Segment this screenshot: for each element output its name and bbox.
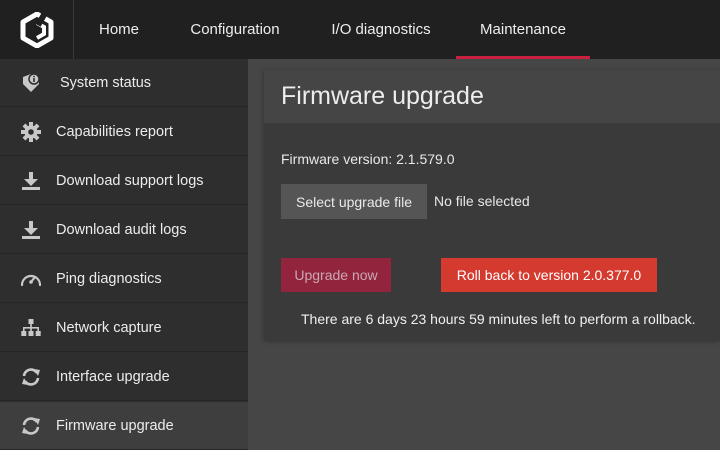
sidebar-item-download-audit-logs[interactable]: Download audit logs — [0, 206, 248, 254]
sidebar-item-ping-diagnostics[interactable]: Ping diagnostics — [0, 255, 248, 303]
sidebar-item-label: Ping diagnostics — [56, 270, 162, 287]
sidebar-item-label: Download audit logs — [56, 221, 187, 238]
gauge-icon — [19, 268, 43, 290]
top-navigation-bar: Home Configuration I/O diagnostics Maint… — [0, 0, 720, 59]
nav-home[interactable]: Home — [74, 0, 164, 59]
sidebar-item-system-status[interactable]: System status — [0, 59, 248, 107]
refresh-icon — [19, 415, 43, 437]
sidebar-item-label: Download support logs — [56, 172, 204, 189]
download-icon — [19, 219, 43, 241]
firmware-version-text: Firmware version: 2.1.579.0 — [281, 151, 455, 167]
download-icon — [19, 170, 43, 192]
sidebar-item-label: Interface upgrade — [56, 368, 170, 385]
sidebar-item-network-capture[interactable]: Network capture — [0, 304, 248, 352]
select-upgrade-file-button[interactable]: Select upgrade file — [281, 184, 427, 219]
page-title: Firmware upgrade — [281, 82, 484, 110]
sidebar-item-label: Capabilities report — [56, 123, 173, 140]
sidebar-item-firmware-upgrade[interactable]: Firmware upgrade — [0, 402, 248, 450]
nav-maintenance[interactable]: Maintenance — [456, 0, 590, 59]
sidebar-item-interface-upgrade[interactable]: Interface upgrade — [0, 353, 248, 401]
shield-info-icon — [19, 72, 43, 94]
rollback-button[interactable]: Roll back to version 2.0.377.0 — [441, 258, 657, 292]
logo-icon — [20, 11, 53, 48]
nav-io-diagnostics[interactable]: I/O diagnostics — [306, 0, 456, 59]
refresh-icon — [19, 366, 43, 388]
nav-configuration[interactable]: Configuration — [164, 0, 306, 59]
firmware-upgrade-panel: Firmware upgrade Firmware version: 2.1.5… — [264, 70, 720, 340]
rollback-time-remaining-text: There are 6 days 23 hours 59 minutes lef… — [301, 311, 696, 327]
brand-logo[interactable] — [0, 0, 74, 59]
network-icon — [19, 317, 43, 339]
panel-header: Firmware upgrade — [264, 70, 720, 123]
upgrade-now-button[interactable]: Upgrade now — [281, 258, 391, 292]
no-file-selected-text: No file selected — [434, 193, 530, 209]
sidebar-item-label: Firmware upgrade — [56, 417, 174, 434]
gear-icon — [19, 121, 43, 143]
sidebar-item-download-support-logs[interactable]: Download support logs — [0, 157, 248, 205]
sidebar-item-capabilities-report[interactable]: Capabilities report — [0, 108, 248, 156]
sidebar: System status Capabilities report Downlo… — [0, 59, 248, 450]
sidebar-item-label: Network capture — [56, 319, 162, 336]
sidebar-item-label: System status — [60, 74, 152, 91]
